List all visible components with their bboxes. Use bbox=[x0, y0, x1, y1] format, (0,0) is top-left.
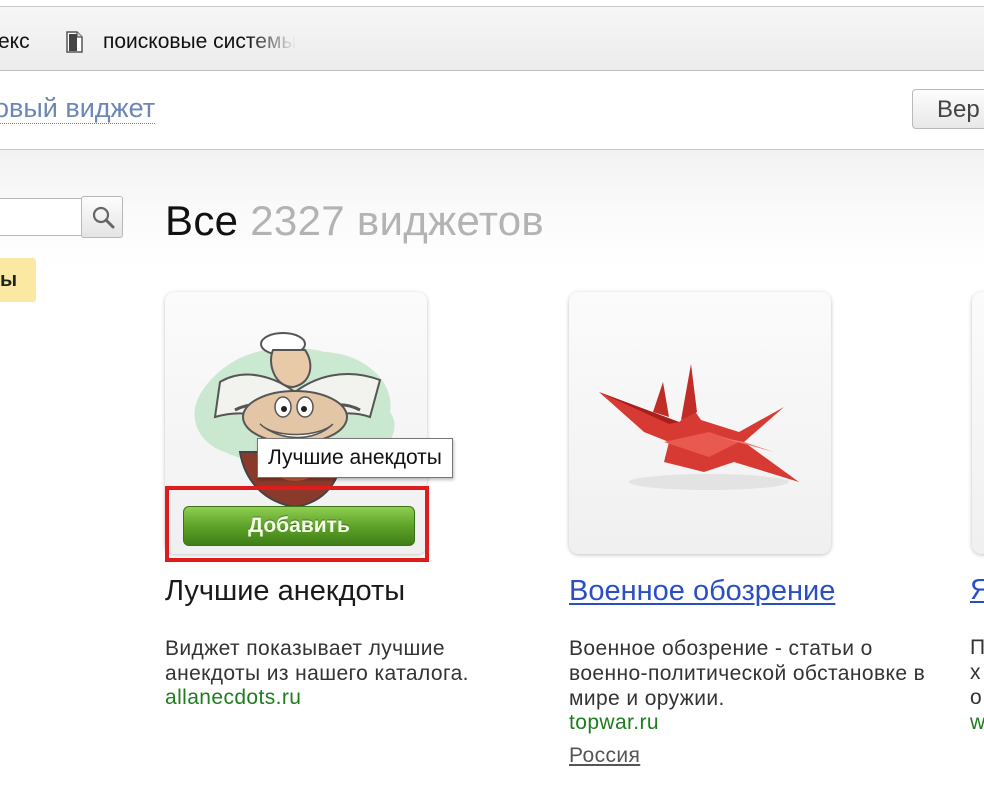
widget-card-anecdotes: Лучшие анекдоты Добавить Лучшие анекдоты… bbox=[165, 292, 535, 709]
widget-title-partial[interactable]: Я bbox=[970, 574, 984, 607]
search-button[interactable] bbox=[81, 196, 123, 238]
widget-desc-partial-line3: о bbox=[970, 686, 982, 709]
widget-desc-partial-line2: х bbox=[970, 661, 981, 684]
return-button-label: Вер bbox=[937, 96, 980, 123]
widget-description-military-review: Военное обозрение - статьи о военно-поли… bbox=[569, 637, 926, 710]
bookmark-yandex-label: екс bbox=[0, 30, 30, 53]
page-header: овый виджет Вер bbox=[0, 71, 984, 150]
page-title: Все 2327 виджетов bbox=[165, 196, 544, 246]
sidebar-category-label: ы bbox=[0, 269, 18, 291]
document-icon bbox=[66, 31, 83, 53]
return-button[interactable]: Вер bbox=[912, 89, 984, 129]
widget-site-partial: w bbox=[970, 711, 984, 734]
widget-thumbnail-partial[interactable] bbox=[972, 292, 984, 554]
widget-site-anecdotes: allanecdots.ru bbox=[165, 686, 302, 709]
address-bar-edge bbox=[0, 0, 984, 7]
widget-card-military-review: Военное обозрение Военное обозрение - ст… bbox=[569, 292, 939, 767]
widget-title-military-review[interactable]: Военное обозрение bbox=[569, 574, 835, 608]
bookmarks-bar: екс поисковые системы bbox=[0, 0, 984, 71]
add-button-highlight: Добавить bbox=[165, 486, 429, 562]
page-title-all: Все bbox=[165, 197, 239, 244]
widget-tooltip: Лучшие анекдоты bbox=[257, 438, 453, 478]
main-content: ы Все 2327 виджетов Лучшие анекдоты Доба… bbox=[0, 150, 984, 786]
widget-site-military-review: topwar.ru bbox=[569, 711, 659, 734]
search-input[interactable] bbox=[0, 198, 82, 236]
bookmark-yandex[interactable]: екс bbox=[0, 30, 30, 54]
add-widget-button[interactable]: Добавить bbox=[183, 506, 415, 546]
widget-description-anecdotes: Виджет показывает лучшие анекдоты из наш… bbox=[165, 637, 469, 685]
red-fighter-jet-image bbox=[599, 364, 799, 490]
bookmark-search-engines-label: поисковые системы bbox=[103, 30, 297, 53]
new-widget-link[interactable]: овый виджет bbox=[0, 93, 156, 124]
sidebar-category-active[interactable]: ы bbox=[0, 258, 36, 302]
widget-title-anecdotes: Лучшие анекдоты bbox=[165, 575, 406, 607]
widget-thumbnail-military-review[interactable] bbox=[569, 292, 831, 554]
bookmark-search-engines[interactable]: поисковые системы bbox=[66, 30, 296, 54]
widget-desc-partial-line1: П bbox=[970, 636, 984, 659]
widget-region-link[interactable]: Россия bbox=[569, 744, 640, 768]
search-icon bbox=[92, 206, 115, 229]
widget-count: 2327 виджетов bbox=[250, 197, 545, 244]
